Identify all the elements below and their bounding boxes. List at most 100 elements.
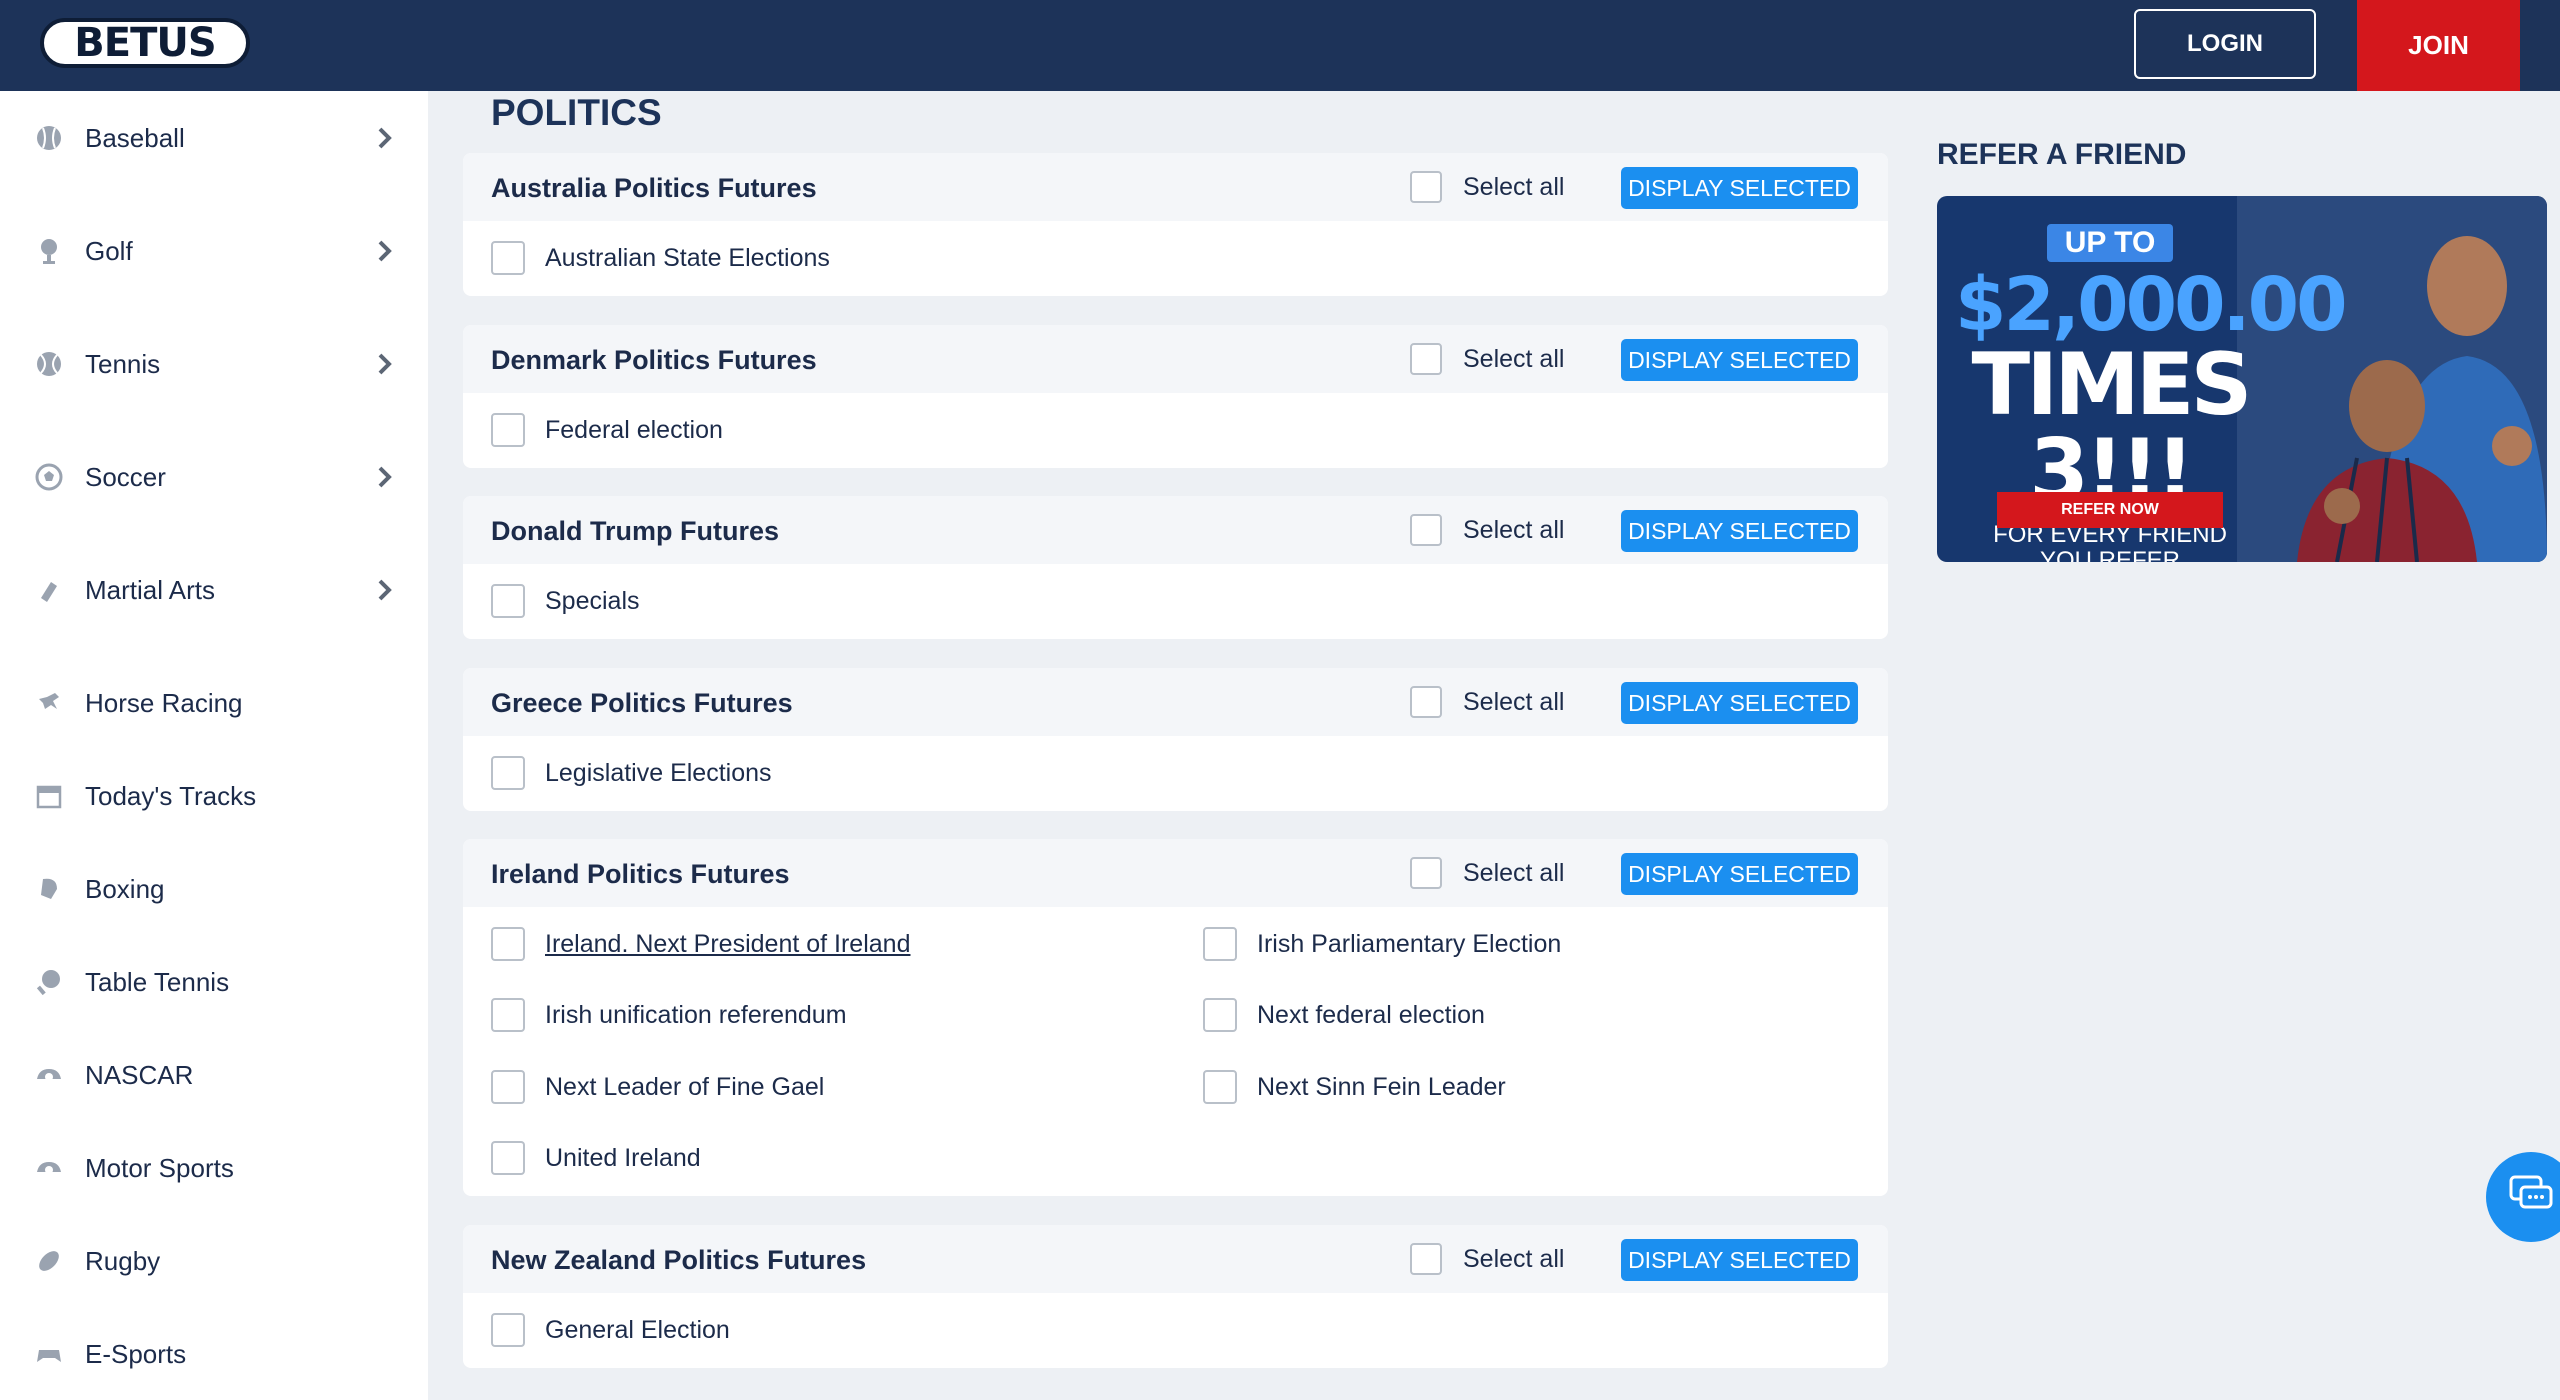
- chat-icon: [2509, 1175, 2553, 1220]
- chevron-right-icon: [372, 464, 398, 490]
- sidebar-item-label: Baseball: [85, 122, 185, 153]
- market-option[interactable]: Next Sinn Fein Leader: [1203, 1067, 1506, 1107]
- option-label: United Ireland: [545, 1143, 701, 1172]
- sidebar-item-label: NASCAR: [85, 1059, 194, 1090]
- option-checkbox[interactable]: [491, 1141, 525, 1175]
- section-title: Greece Politics Futures: [491, 688, 793, 718]
- market-option[interactable]: Federal election: [491, 410, 723, 450]
- market-section-new-zealand: New Zealand Politics Futures Select all …: [463, 1225, 1888, 1368]
- display-selected-button[interactable]: DISPLAY SELECTED: [1621, 167, 1858, 209]
- option-checkbox[interactable]: [491, 241, 525, 275]
- sidebar-item-esports[interactable]: E-Sports: [0, 1319, 428, 1389]
- market-option[interactable]: Next Leader of Fine Gael: [491, 1067, 824, 1107]
- sidebar-item-boxing[interactable]: Boxing: [0, 854, 428, 924]
- display-selected-button[interactable]: DISPLAY SELECTED: [1621, 1239, 1858, 1281]
- sidebar-item-label: Soccer: [85, 461, 166, 492]
- sidebar-item-label: Motor Sports: [85, 1152, 234, 1183]
- sidebar-item-label: Tennis: [85, 348, 161, 379]
- sidebar-item-label: Martial Arts: [85, 574, 216, 605]
- select-all-checkbox[interactable]: [1410, 171, 1442, 203]
- option-label: General Election: [545, 1315, 730, 1344]
- display-selected-button[interactable]: DISPLAY SELECTED: [1621, 682, 1858, 724]
- option-checkbox[interactable]: [491, 998, 525, 1032]
- market-section-denmark: Denmark Politics Futures Select all DISP…: [463, 325, 1888, 468]
- market-section-greece: Greece Politics Futures Select all DISPL…: [463, 668, 1888, 811]
- golf-icon: [34, 236, 64, 266]
- chevron-right-icon: [372, 351, 398, 377]
- option-label: Legislative Elections: [545, 758, 772, 787]
- sidebar-item-label: Golf: [85, 235, 133, 266]
- market-option[interactable]: United Ireland: [491, 1138, 701, 1178]
- sidebar-item-golf[interactable]: Golf: [0, 216, 428, 286]
- option-checkbox[interactable]: [491, 413, 525, 447]
- boxing-icon: [34, 874, 64, 904]
- display-selected-button[interactable]: DISPLAY SELECTED: [1621, 853, 1858, 895]
- sidebar-item-tennis[interactable]: Tennis: [0, 329, 428, 399]
- option-checkbox[interactable]: [491, 756, 525, 790]
- join-button[interactable]: JOIN: [2357, 0, 2520, 91]
- sidebar-item-label: E-Sports: [85, 1338, 187, 1369]
- option-link[interactable]: Ireland. Next President of Ireland: [545, 930, 910, 959]
- select-all-label: Select all: [1463, 859, 1565, 887]
- section-header: Ireland Politics Futures Select all DISP…: [463, 839, 1888, 907]
- option-checkbox[interactable]: [491, 584, 525, 618]
- sidebar-item-nascar[interactable]: NASCAR: [0, 1040, 428, 1110]
- sidebar-item-table-tennis[interactable]: Table Tennis: [0, 947, 428, 1017]
- market-option[interactable]: Ireland. Next President of Ireland: [491, 924, 910, 964]
- section-header: Greece Politics Futures Select all DISPL…: [463, 668, 1888, 736]
- select-all-checkbox[interactable]: [1410, 857, 1442, 889]
- option-label: Federal election: [545, 415, 723, 444]
- section-title: Donald Trump Futures: [491, 516, 780, 546]
- option-checkbox[interactable]: [491, 1070, 525, 1104]
- sidebar-item-rugby[interactable]: Rugby: [0, 1226, 428, 1296]
- market-option[interactable]: Australian State Elections: [491, 238, 830, 278]
- market-option[interactable]: Legislative Elections: [491, 753, 772, 793]
- chat-support-button[interactable]: [2486, 1152, 2560, 1242]
- calendar-icon: [34, 781, 64, 811]
- market-section-australia: Australia Politics Futures Select all DI…: [463, 153, 1888, 296]
- option-checkbox[interactable]: [1203, 927, 1237, 961]
- select-all-label: Select all: [1463, 1245, 1565, 1273]
- display-selected-button[interactable]: DISPLAY SELECTED: [1621, 510, 1858, 552]
- sidebar-item-motor-sports[interactable]: Motor Sports: [0, 1133, 428, 1203]
- select-all-checkbox[interactable]: [1410, 686, 1442, 718]
- market-section-donald-trump: Donald Trump Futures Select all DISPLAY …: [463, 496, 1888, 639]
- market-option[interactable]: Specials: [491, 581, 640, 621]
- market-option[interactable]: General Election: [491, 1310, 730, 1350]
- chevron-right-icon: [372, 125, 398, 151]
- market-option[interactable]: Next federal election: [1203, 995, 1485, 1035]
- nascar-icon: [34, 1060, 64, 1090]
- sidebar-item-label: Today's Tracks: [85, 780, 257, 811]
- select-all-checkbox[interactable]: [1410, 343, 1442, 375]
- option-label: Next federal election: [1257, 1000, 1485, 1029]
- option-label: Specials: [545, 586, 640, 615]
- sidebar-item-label: Boxing: [85, 873, 165, 904]
- sidebar-item-martial-arts[interactable]: Martial Arts: [0, 555, 428, 625]
- option-checkbox[interactable]: [491, 927, 525, 961]
- tennis-icon: [34, 349, 64, 379]
- section-title: Australia Politics Futures: [491, 173, 817, 203]
- table-tennis-icon: [34, 967, 64, 997]
- market-option[interactable]: Irish Parliamentary Election: [1203, 924, 1561, 964]
- section-header: Donald Trump Futures Select all DISPLAY …: [463, 496, 1888, 564]
- sports-sidebar: Baseball Golf Tennis Soccer Martial Arts…: [0, 91, 428, 1400]
- option-label: Irish unification referendum: [545, 1000, 847, 1029]
- select-all-checkbox[interactable]: [1410, 1243, 1442, 1275]
- market-option[interactable]: Irish unification referendum: [491, 995, 847, 1035]
- option-checkbox[interactable]: [491, 1313, 525, 1347]
- refer-now-button[interactable]: REFER NOW: [1997, 492, 2223, 528]
- soccer-icon: [34, 462, 64, 492]
- option-checkbox[interactable]: [1203, 1070, 1237, 1104]
- sidebar-item-soccer[interactable]: Soccer: [0, 442, 428, 512]
- sidebar-item-todays-tracks[interactable]: Today's Tracks: [0, 761, 428, 831]
- betus-logo[interactable]: BETUS: [40, 18, 250, 68]
- refer-friend-banner[interactable]: UP TO $2,000.00 TIMES 3!!! FOR EVERY FRI…: [1937, 196, 2547, 562]
- promo-upto: UP TO: [2046, 224, 2174, 262]
- display-selected-button[interactable]: DISPLAY SELECTED: [1621, 339, 1858, 381]
- sidebar-item-horse-racing[interactable]: Horse Racing: [0, 668, 428, 738]
- login-button[interactable]: LOGIN: [2134, 9, 2316, 79]
- option-checkbox[interactable]: [1203, 998, 1237, 1032]
- sidebar-item-baseball[interactable]: Baseball: [0, 103, 428, 173]
- section-title: Ireland Politics Futures: [491, 859, 790, 889]
- select-all-checkbox[interactable]: [1410, 514, 1442, 546]
